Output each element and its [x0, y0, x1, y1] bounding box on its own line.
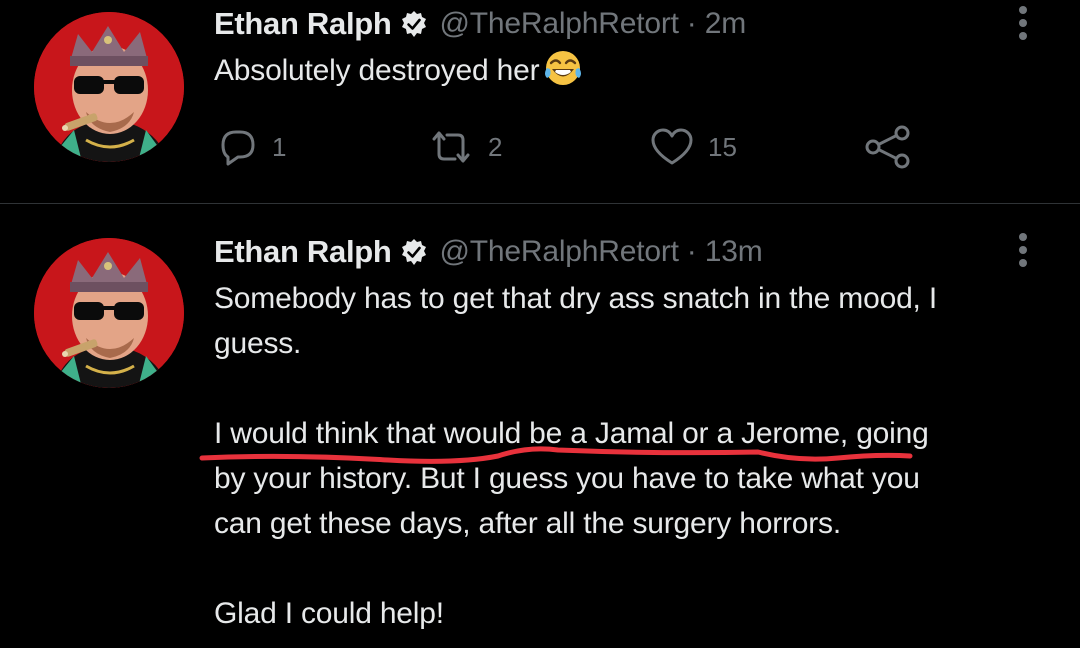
avatar[interactable] — [34, 238, 184, 388]
more-icon[interactable] — [1012, 230, 1034, 270]
more-icon[interactable] — [1012, 3, 1034, 43]
tweet-header: Ethan Ralph @TheRalphRetort · 13m — [214, 232, 763, 272]
retweet-button[interactable]: 2 — [428, 122, 502, 172]
avatar[interactable] — [34, 12, 184, 162]
tweet-line: Glad I could help! — [214, 597, 444, 630]
tweet-line: can get these days, after all the surger… — [214, 507, 841, 540]
like-button[interactable]: 15 — [650, 122, 737, 172]
tweet-text: Absolutely destroyed her — [214, 48, 1034, 93]
tweet-line-text: Absolutely destroyed her — [214, 54, 540, 87]
author-name[interactable]: Ethan Ralph — [214, 234, 392, 270]
author-name[interactable]: Ethan Ralph — [214, 6, 392, 42]
tweet-paragraph: Somebody has to get that dry ass snatch … — [214, 276, 1034, 366]
red-underline-annotation — [199, 446, 913, 464]
tweet-line: Absolutely destroyed her — [214, 48, 1034, 93]
tweet-paragraph: I would think that would be a Jamal or a… — [214, 411, 1034, 546]
timestamp[interactable]: 13m — [705, 235, 763, 269]
separator-dot: · — [686, 235, 697, 268]
verified-badge-icon — [400, 10, 428, 38]
tweet-actions: 1 2 15 — [214, 122, 934, 172]
like-icon — [650, 127, 694, 167]
reply-icon — [218, 127, 258, 167]
retweet-count: 2 — [488, 131, 503, 162]
like-count: 15 — [708, 131, 737, 162]
share-button[interactable] — [864, 122, 912, 172]
timestamp[interactable]: 2m — [705, 7, 746, 41]
author-handle[interactable]: @TheRalphRetort — [440, 235, 679, 269]
tweet-line: guess. — [214, 327, 302, 360]
face-with-tears-of-joy-icon — [543, 48, 583, 88]
author-handle[interactable]: @TheRalphRetort — [440, 7, 679, 41]
verified-badge-icon — [400, 238, 428, 266]
separator-dot: · — [686, 7, 697, 40]
reply-button[interactable]: 1 — [218, 122, 286, 172]
reply-count: 1 — [272, 131, 287, 162]
share-icon — [864, 125, 912, 169]
tweet-header: Ethan Ralph @TheRalphRetort · 2m — [214, 4, 746, 44]
tweet-1[interactable]: Ethan Ralph @TheRalphRetort · 2m Absolut… — [0, 0, 1080, 203]
tweet-paragraph: Glad I could help! — [214, 591, 1034, 636]
tweet-2[interactable]: Ethan Ralph @TheRalphRetort · 13m Somebo… — [0, 204, 1080, 648]
tweet-line: Somebody has to get that dry ass snatch … — [214, 282, 937, 315]
retweet-icon — [428, 127, 474, 167]
